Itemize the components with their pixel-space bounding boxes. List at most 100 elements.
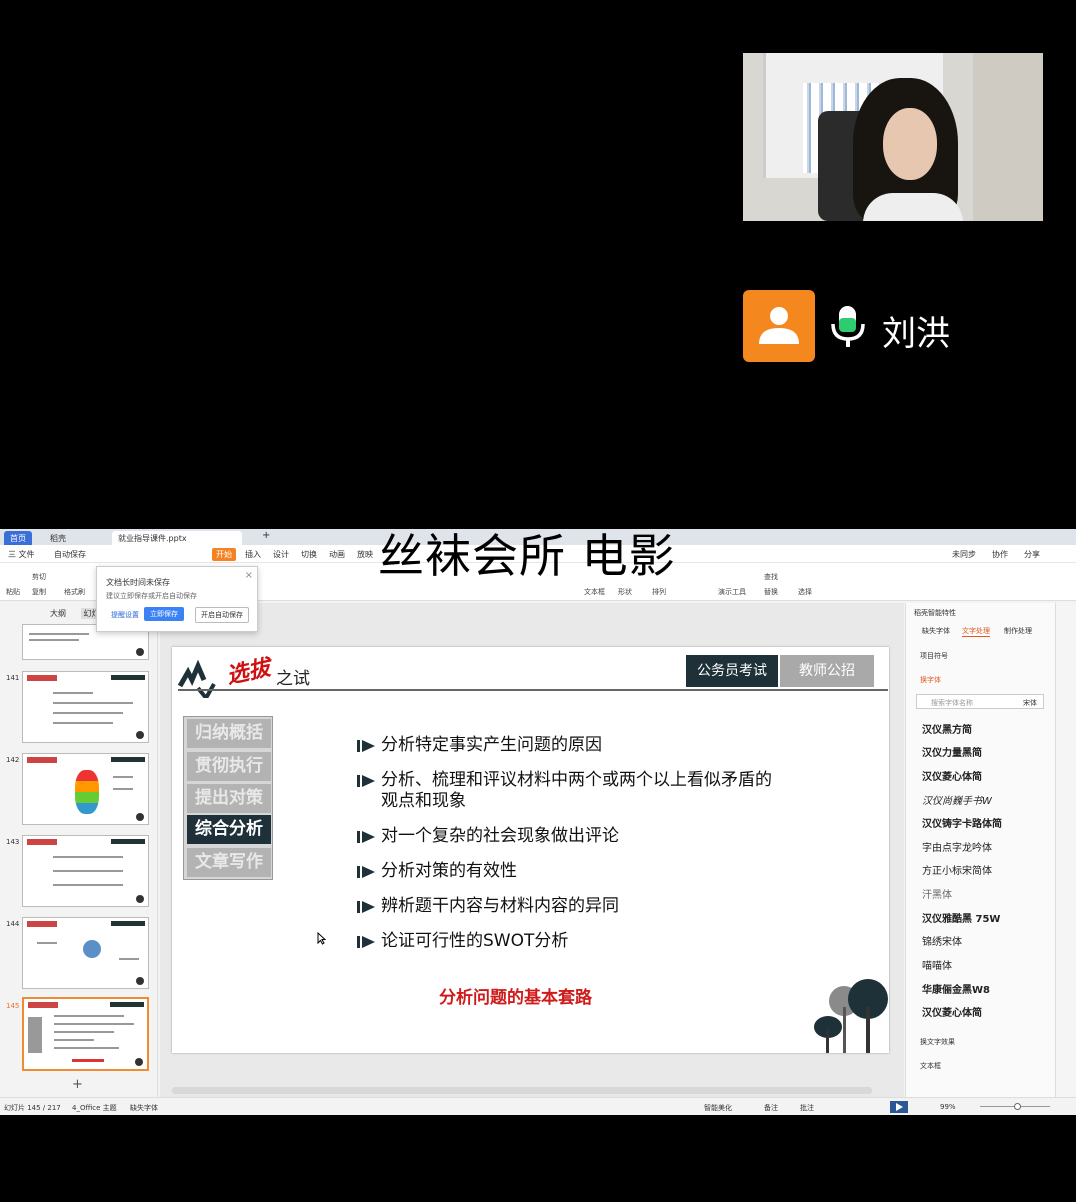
slide-thumbnail[interactable] [22,671,149,743]
reminder-settings-button[interactable]: 提醒设置 [106,608,144,622]
tab-teacher-recruitment[interactable]: 教师公招 [780,655,874,687]
paste-button[interactable]: 粘贴 [6,587,20,597]
close-icon[interactable]: × [245,570,253,581]
play-button[interactable] [890,1101,908,1113]
nav-item-analysis[interactable]: 综合分析 [187,815,271,844]
slide-number: 145 [6,1002,20,1010]
participant-avatar[interactable] [743,290,815,362]
participant-name: 刘洪 [882,314,950,354]
enable-autosave-button[interactable]: 开启自动保存 [195,607,249,623]
slide-number: 144 [6,920,20,928]
menu-insert[interactable]: 插入 [245,549,261,560]
header-divider [178,689,888,691]
zoom-level[interactable]: 99% [940,1103,956,1111]
font-item[interactable]: 华康俪金黑W8 [922,981,990,996]
popup-desc: 建议立即保存或开启自动保存 [106,592,197,600]
arrow-bullet-icon [357,936,375,948]
section-bullets[interactable]: 项目符号 [920,651,948,661]
menu-transition[interactable]: 切换 [301,549,317,560]
format-painter-button[interactable]: 格式刷 [64,587,85,597]
tab-text-processing[interactable]: 文字处理 [962,626,990,637]
font-item[interactable]: 汉仪铸字卡路体简 [922,815,1002,830]
font-item[interactable]: 喵喵体 [922,957,952,972]
arrange-button[interactable]: 排列 [652,587,666,597]
slide-caption: 分析问题的基本套路 [439,988,592,1008]
save-now-button[interactable]: 立即保存 [144,607,184,621]
trees-decoration-icon [814,979,888,1053]
replace-button[interactable]: 替换 [764,587,778,597]
arrow-bullet-icon [357,831,375,843]
comments-button[interactable]: 批注 [800,1103,814,1113]
nav-item-implement[interactable]: 贯彻执行 [187,752,271,781]
zoom-slider-handle[interactable] [1014,1103,1021,1110]
menu-autosave[interactable]: 自动保存 [54,549,86,560]
menu-file[interactable]: 三 文件 [8,549,35,560]
nav-item-writing[interactable]: 文章写作 [187,848,271,877]
logo-mark-icon [178,659,216,698]
tab-home[interactable]: 首页 [4,531,32,545]
slide-number: 142 [6,756,20,764]
find-button[interactable]: 查找 [764,572,778,582]
tab-outline[interactable]: 大纲 [50,609,66,618]
tab-document[interactable]: 就业指导课件.pptx [112,531,242,545]
menu-start[interactable]: 开始 [212,548,236,561]
presentation-tools-button[interactable]: 演示工具 [718,587,746,597]
font-item[interactable]: 汉仪黑方简 [922,721,972,736]
slide-thumbnail[interactable] [22,917,149,989]
select-button[interactable]: 选择 [798,587,812,597]
slide-thumbnail[interactable] [22,753,149,825]
watermark-text: 丝袜会所 电影 [378,529,676,583]
theme-name: 4_Office 主题 [72,1104,117,1112]
nav-item-summarize[interactable]: 归纳概括 [187,719,271,748]
menu-collab[interactable]: 协作 [992,549,1008,560]
section-change-font[interactable]: 换字体 [920,675,941,685]
copy-button[interactable]: 复制 [32,587,46,597]
horizontal-scrollbar[interactable] [172,1087,872,1094]
font-search-input[interactable]: 搜索字体名称 宋体 [916,694,1044,709]
menu-slideshow[interactable]: 放映 [357,549,373,560]
font-item[interactable]: 汉仪菱心体简 [922,768,982,783]
topic-nav: 归纳概括 贯彻执行 提出对策 综合分析 文章写作 [183,716,273,880]
section-textbox[interactable]: 文本框 [920,1061,941,1071]
menu-animation[interactable]: 动画 [329,549,345,560]
tab-civil-service-exam[interactable]: 公务员考试 [686,655,778,687]
font-item[interactable]: 汉仪力量黑简 [922,744,982,759]
missing-fonts-status[interactable]: 缺失字体 [130,1103,158,1113]
notes-button[interactable]: 备注 [764,1103,778,1113]
font-item[interactable]: 锦绣宋体 [922,933,962,948]
font-item[interactable]: 汉仪尚巍手书W [922,792,992,807]
font-item[interactable]: 方正小标宋简体 [922,862,992,877]
menu-share[interactable]: 分享 [1024,549,1040,560]
tab-production[interactable]: 制作处理 [1004,626,1032,636]
tab-docer[interactable]: 稻壳 [44,531,72,545]
menu-sync[interactable]: 未同步 [952,549,976,560]
font-item[interactable]: 汗黑体 [922,886,952,901]
play-icon [896,1103,903,1111]
arrow-bullet-icon [357,866,375,878]
tab-missing-fonts[interactable]: 缺失字体 [922,626,950,636]
microphone-icon[interactable] [828,304,868,350]
popup-title: 文档长时间未保存 [106,578,170,587]
panel-title: 稻壳智能特性 [914,609,956,617]
smart-features-panel: 稻壳智能特性 缺失字体 文字处理 制作处理 项目符号 换字体 搜索字体名称 宋体… [905,603,1055,1097]
arrow-bullet-icon [357,775,375,787]
nav-item-countermeasures[interactable]: 提出对策 [187,784,271,813]
arrow-bullet-icon [357,901,375,913]
font-item[interactable]: 汉仪菱心体简 [922,1004,982,1019]
shape-button[interactable]: 形状 [618,587,632,597]
textbox-button[interactable]: 文本框 [584,587,605,597]
smart-beautify-button[interactable]: 智能美化 [704,1103,732,1113]
save-reminder-popup: 文档长时间未保存 × 建议立即保存或开启自动保存 提醒设置 立即保存 开启自动保… [96,566,258,632]
slide-thumbnail-current[interactable] [22,997,149,1071]
section-text-effects[interactable]: 换文字效果 [920,1037,955,1047]
add-slide-button[interactable]: + [72,1077,83,1092]
arrow-bullet-icon [357,740,375,752]
cut-button[interactable]: 剪切 [32,572,46,582]
screen: 刘洪 首页 稻壳 就业指导课件.pptx + 三 文件 自动保存 开始 插入 设… [0,0,1076,1202]
right-toolstrip [1055,603,1076,1097]
menu-design[interactable]: 设计 [273,549,289,560]
font-item[interactable]: 字由点字龙吟体 [922,839,992,854]
font-item[interactable]: 汉仪雅酷黑 75W [922,910,1000,925]
slide-thumbnail[interactable] [22,835,149,907]
new-tab-button[interactable]: + [262,530,270,541]
